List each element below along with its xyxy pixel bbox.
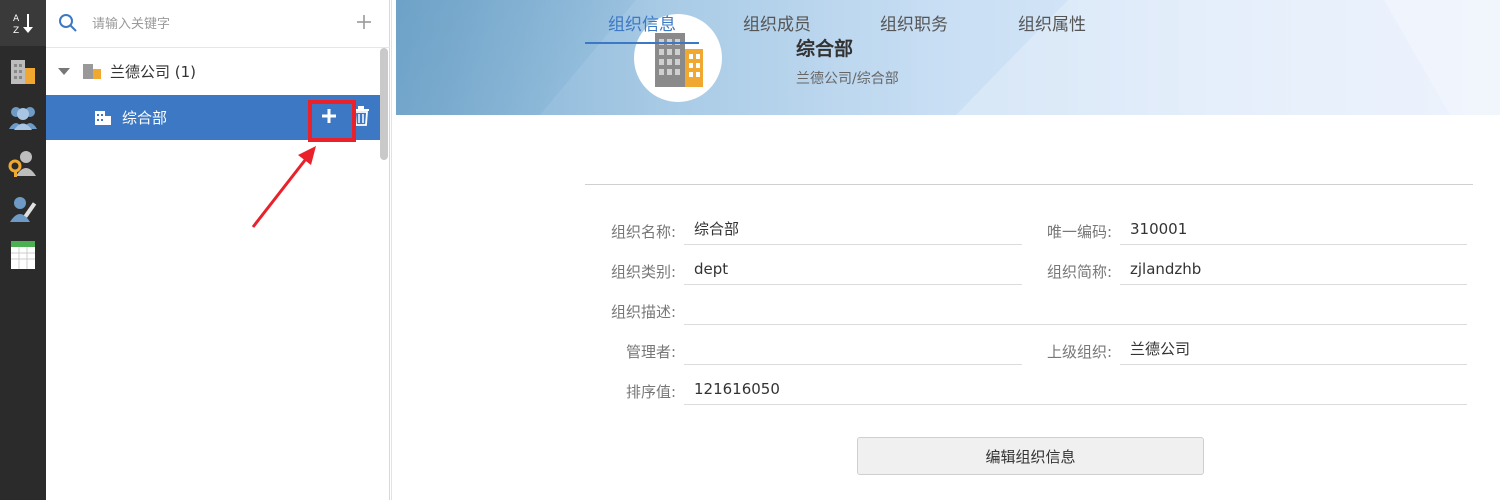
org-nav-button[interactable] bbox=[0, 48, 46, 94]
tab-org-positions[interactable]: 组织职务 bbox=[864, 0, 964, 44]
tab-org-info[interactable]: 组织信息 bbox=[585, 0, 699, 44]
role-nav-button[interactable] bbox=[0, 140, 46, 186]
user-edit-icon bbox=[10, 197, 37, 222]
spreadsheet-nav-button[interactable] bbox=[0, 232, 46, 278]
short-name-label: 组织简称: bbox=[1046, 263, 1112, 281]
building-icon bbox=[11, 60, 35, 84]
org-type-field: dept bbox=[684, 255, 1022, 285]
unique-code-label: 唯一编码: bbox=[1046, 223, 1112, 241]
edit-org-info-button[interactable]: 编辑组织信息 bbox=[857, 437, 1204, 475]
description-label: 组织描述: bbox=[610, 303, 676, 321]
users-icon bbox=[9, 107, 37, 130]
svg-text:A: A bbox=[13, 14, 20, 24]
unique-code-field: 310001 bbox=[1120, 215, 1467, 245]
role-key-icon bbox=[8, 151, 36, 177]
app-window: A Z 请输入关键字 兰德公司 (1) 综合部 综合部 兰德公司/综合部 组织信… bbox=[0, 0, 1500, 500]
org-type-label: 组织类别: bbox=[610, 263, 676, 281]
org-name-label: 组织名称: bbox=[610, 223, 676, 241]
svg-text:Z: Z bbox=[13, 26, 19, 36]
tab-org-members[interactable]: 组织成员 bbox=[727, 0, 827, 44]
sort-value-field: 121616050 bbox=[684, 375, 1467, 405]
tab-bar bbox=[585, 140, 1473, 185]
short-name-field: zjlandzhb bbox=[1120, 255, 1467, 285]
users-nav-button[interactable] bbox=[0, 94, 46, 140]
main-content: 综合部 兰德公司/综合部 组织信息 组织成员 组织职务 组织属性 组织名称: 综… bbox=[391, 0, 1500, 500]
description-field bbox=[684, 295, 1467, 325]
sort-az-button[interactable]: A Z bbox=[0, 0, 46, 46]
org-path-breadcrumb: 兰德公司/综合部 bbox=[796, 71, 899, 87]
sort-az-icon: A Z bbox=[13, 14, 33, 36]
manager-label: 管理者: bbox=[625, 343, 676, 361]
parent-org-field: 兰德公司 bbox=[1120, 335, 1467, 365]
icon-rail: A Z bbox=[0, 0, 46, 500]
org-name-field: 综合部 bbox=[684, 215, 1022, 245]
org-tree-panel: 兰德公司 (1) 综合部 bbox=[46, 0, 390, 500]
parent-org-label: 上级组织: bbox=[1046, 343, 1112, 361]
spreadsheet-icon bbox=[11, 241, 35, 269]
manager-field bbox=[684, 335, 1022, 365]
annotation-arrow bbox=[251, 146, 316, 228]
user-edit-nav-button[interactable] bbox=[0, 186, 46, 232]
tab-org-attributes[interactable]: 组织属性 bbox=[1002, 0, 1102, 44]
sort-value-label: 排序值: bbox=[625, 383, 676, 401]
